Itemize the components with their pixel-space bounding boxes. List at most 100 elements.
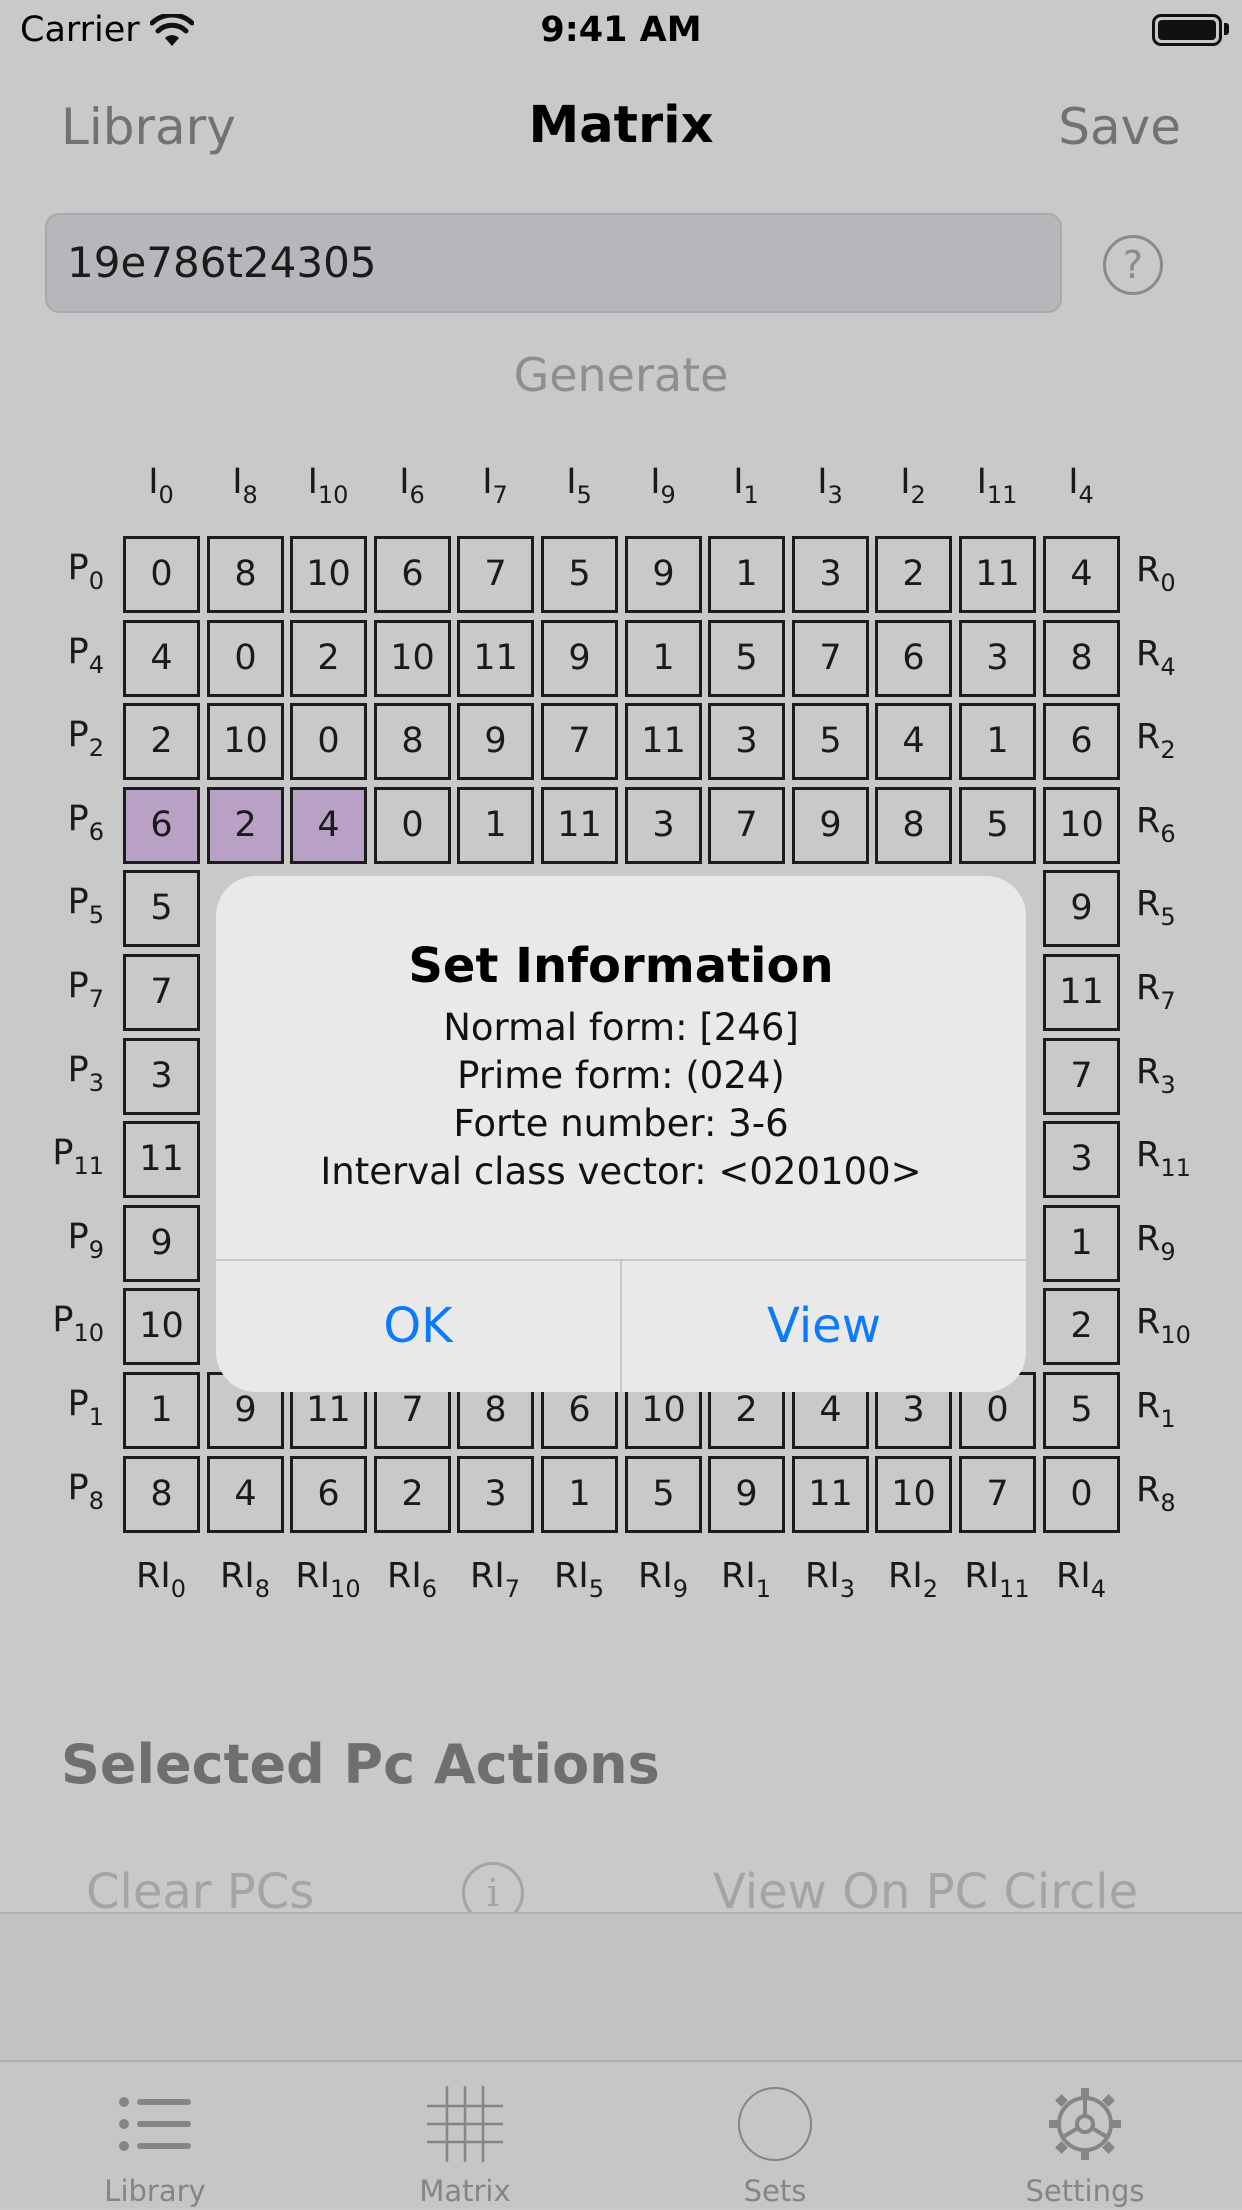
matrix-cell[interactable]: 11 xyxy=(457,620,534,697)
help-icon[interactable]: ? xyxy=(1103,235,1163,295)
column-label: I3 xyxy=(817,462,843,509)
matrix-cell[interactable]: 9 xyxy=(1043,870,1120,947)
matrix-cell[interactable]: 4 xyxy=(290,787,367,864)
matrix-cell[interactable]: 1 xyxy=(625,620,702,697)
matrix-cell[interactable]: 6 xyxy=(1043,703,1120,780)
matrix-cell[interactable]: 10 xyxy=(875,1456,952,1533)
matrix-cell[interactable]: 6 xyxy=(374,536,451,613)
matrix-cell[interactable]: 4 xyxy=(207,1456,284,1533)
matrix-cell[interactable]: 8 xyxy=(1043,620,1120,697)
normal-form-text: Normal form: [246] xyxy=(443,1006,799,1049)
matrix-cell[interactable]: 5 xyxy=(1043,1372,1120,1449)
matrix-cell[interactable]: 1 xyxy=(541,1456,618,1533)
matrix-cell[interactable]: 0 xyxy=(1043,1456,1120,1533)
matrix-cell[interactable]: 7 xyxy=(1043,1038,1120,1115)
row-label-right: R11 xyxy=(1136,1135,1191,1182)
matrix-cell[interactable]: 8 xyxy=(875,787,952,864)
matrix-cell[interactable]: 10 xyxy=(123,1288,200,1365)
matrix-cell[interactable]: 5 xyxy=(959,787,1036,864)
matrix-cell[interactable]: 4 xyxy=(123,620,200,697)
generate-button[interactable]: Generate xyxy=(0,348,1242,402)
column-label: I6 xyxy=(399,462,425,509)
matrix-cell[interactable]: 9 xyxy=(457,703,534,780)
matrix-cell[interactable]: 3 xyxy=(625,787,702,864)
save-button[interactable]: Save xyxy=(1058,98,1181,156)
matrix-cell[interactable]: 10 xyxy=(290,536,367,613)
matrix-cell[interactable]: 8 xyxy=(374,703,451,780)
matrix-cell[interactable]: 5 xyxy=(792,703,869,780)
matrix-cell[interactable]: 7 xyxy=(792,620,869,697)
matrix-cell[interactable]: 3 xyxy=(708,703,785,780)
matrix-cell[interactable]: 6 xyxy=(123,787,200,864)
matrix-cell[interactable]: 10 xyxy=(374,620,451,697)
column-label: I4 xyxy=(1068,462,1094,509)
row-label-right: R9 xyxy=(1136,1219,1176,1266)
matrix-cell[interactable]: 7 xyxy=(123,954,200,1031)
tab-library[interactable]: Library xyxy=(0,2062,310,2210)
column-label-bottom: RI5 xyxy=(554,1556,604,1603)
matrix-cell[interactable]: 3 xyxy=(792,536,869,613)
matrix-cell[interactable]: 11 xyxy=(959,536,1036,613)
matrix-cell[interactable]: 5 xyxy=(541,536,618,613)
matrix-cell[interactable]: 7 xyxy=(708,787,785,864)
row-label-right: R5 xyxy=(1136,884,1176,931)
matrix-cell[interactable]: 3 xyxy=(123,1038,200,1115)
matrix-cell[interactable]: 2 xyxy=(290,620,367,697)
matrix-cell[interactable]: 11 xyxy=(123,1121,200,1198)
forte-number-text: Forte number: 3-6 xyxy=(453,1102,789,1145)
row-label: P5 xyxy=(67,882,104,929)
matrix-cell[interactable]: 7 xyxy=(457,536,534,613)
matrix-cell[interactable]: 4 xyxy=(1043,536,1120,613)
matrix-cell[interactable]: 5 xyxy=(625,1456,702,1533)
matrix-cell[interactable]: 2 xyxy=(207,787,284,864)
matrix-cell[interactable]: 1 xyxy=(1043,1205,1120,1282)
matrix-cell[interactable]: 7 xyxy=(541,703,618,780)
matrix-cell[interactable]: 9 xyxy=(708,1456,785,1533)
matrix-cell[interactable]: 9 xyxy=(625,536,702,613)
matrix-cell[interactable]: 4 xyxy=(875,703,952,780)
matrix-cell[interactable]: 9 xyxy=(792,787,869,864)
matrix-cell[interactable]: 0 xyxy=(207,620,284,697)
row-label-right: R6 xyxy=(1136,801,1176,848)
matrix-cell[interactable]: 11 xyxy=(541,787,618,864)
matrix-cell[interactable]: 8 xyxy=(207,536,284,613)
column-label-bottom: RI11 xyxy=(964,1556,1030,1603)
matrix-cell[interactable]: 1 xyxy=(123,1372,200,1449)
matrix-cell[interactable]: 2 xyxy=(123,703,200,780)
matrix-cell[interactable]: 1 xyxy=(457,787,534,864)
matrix-cell[interactable]: 0 xyxy=(290,703,367,780)
matrix-cell[interactable]: 2 xyxy=(374,1456,451,1533)
matrix-cell[interactable]: 10 xyxy=(207,703,284,780)
tone-row-input[interactable]: 19e786t24305 xyxy=(45,213,1062,313)
column-label: I9 xyxy=(650,462,676,509)
tab-matrix[interactable]: Matrix xyxy=(310,2062,620,2210)
matrix-cell[interactable]: 11 xyxy=(625,703,702,780)
matrix-cell[interactable]: 0 xyxy=(374,787,451,864)
ok-button[interactable]: OK xyxy=(216,1260,620,1392)
matrix-cell[interactable]: 1 xyxy=(959,703,1036,780)
matrix-cell[interactable]: 3 xyxy=(959,620,1036,697)
tab-settings[interactable]: Settings xyxy=(930,2062,1240,2210)
matrix-cell[interactable]: 2 xyxy=(1043,1288,1120,1365)
matrix-cell[interactable]: 6 xyxy=(290,1456,367,1533)
matrix-cell[interactable]: 9 xyxy=(541,620,618,697)
matrix-cell[interactable]: 11 xyxy=(792,1456,869,1533)
matrix-cell[interactable]: 10 xyxy=(1043,787,1120,864)
matrix-cell[interactable]: 3 xyxy=(457,1456,534,1533)
matrix-cell[interactable]: 11 xyxy=(1043,954,1120,1031)
bottom-panel xyxy=(0,1914,1242,2060)
matrix-cell[interactable]: 3 xyxy=(1043,1121,1120,1198)
matrix-cell[interactable]: 1 xyxy=(708,536,785,613)
matrix-cell[interactable]: 0 xyxy=(123,536,200,613)
matrix-cell[interactable]: 5 xyxy=(708,620,785,697)
matrix-cell[interactable]: 6 xyxy=(875,620,952,697)
matrix-cell[interactable]: 8 xyxy=(123,1456,200,1533)
view-button[interactable]: View xyxy=(622,1260,1026,1392)
matrix-cell[interactable]: 7 xyxy=(959,1456,1036,1533)
column-label: I11 xyxy=(976,462,1018,509)
matrix-cell[interactable]: 2 xyxy=(875,536,952,613)
tab-sets[interactable]: Sets xyxy=(620,2062,930,2210)
matrix-cell[interactable]: 5 xyxy=(123,870,200,947)
row-label-right: R7 xyxy=(1136,968,1176,1015)
matrix-cell[interactable]: 9 xyxy=(123,1205,200,1282)
